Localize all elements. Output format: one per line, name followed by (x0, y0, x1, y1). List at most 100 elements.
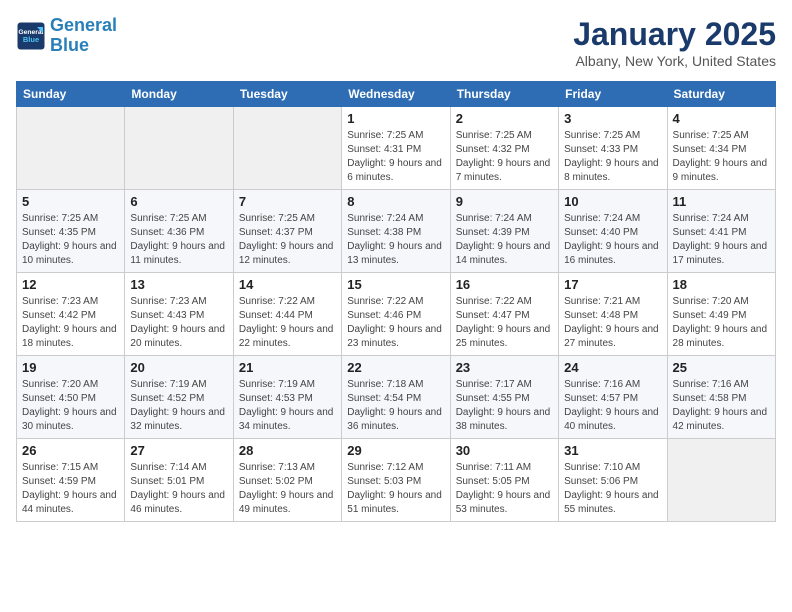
day-number: 7 (239, 194, 336, 209)
day-number: 11 (673, 194, 770, 209)
calendar-week-row: 5Sunrise: 7:25 AM Sunset: 4:35 PM Daylig… (17, 190, 776, 273)
day-number: 24 (564, 360, 661, 375)
calendar-body: 1Sunrise: 7:25 AM Sunset: 4:31 PM Daylig… (17, 107, 776, 522)
day-number: 8 (347, 194, 444, 209)
day-number: 18 (673, 277, 770, 292)
cell-info: Sunrise: 7:15 AM Sunset: 4:59 PM Dayligh… (22, 461, 119, 517)
cell-info: Sunrise: 7:25 AM Sunset: 4:33 PM Dayligh… (564, 129, 661, 185)
day-number: 13 (130, 277, 227, 292)
cell-info: Sunrise: 7:24 AM Sunset: 4:40 PM Dayligh… (564, 212, 661, 268)
calendar-week-row: 12Sunrise: 7:23 AM Sunset: 4:42 PM Dayli… (17, 273, 776, 356)
cell-info: Sunrise: 7:20 AM Sunset: 4:49 PM Dayligh… (673, 295, 770, 351)
calendar-cell: 16 Sunrise: 7:22 AM Sunset: 4:47 PM Dayli… (450, 273, 558, 356)
cell-info: Sunrise: 7:10 AM Sunset: 5:06 PM Dayligh… (564, 461, 661, 517)
calendar-cell: 13Sunrise: 7:23 AM Sunset: 4:43 PM Dayli… (125, 273, 233, 356)
logo-text: General Blue (50, 16, 117, 56)
day-number: 1 (347, 111, 444, 126)
cell-info: Sunrise: 7:12 AM Sunset: 5:03 PM Dayligh… (347, 461, 444, 517)
day-number: 2 (456, 111, 553, 126)
logo: General Blue General Blue (16, 16, 117, 56)
svg-text:Blue: Blue (23, 35, 39, 44)
day-number: 6 (130, 194, 227, 209)
cell-info: Sunrise: 7:25 AM Sunset: 4:32 PM Dayligh… (456, 129, 553, 185)
calendar-cell: 17 Sunrise: 7:21 AM Sunset: 4:48 PM Dayli… (559, 273, 667, 356)
calendar-cell: 23 Sunrise: 7:17 AM Sunset: 4:55 PM Dayli… (450, 356, 558, 439)
calendar-cell (233, 107, 341, 190)
calendar-cell: 18 Sunrise: 7:20 AM Sunset: 4:49 PM Dayli… (667, 273, 775, 356)
calendar-cell: 2 Sunrise: 7:25 AM Sunset: 4:32 PM Daylig… (450, 107, 558, 190)
calendar-week-row: 26 Sunrise: 7:15 AM Sunset: 4:59 PM Dayli… (17, 439, 776, 522)
location: Albany, New York, United States (573, 53, 776, 69)
calendar-header: SundayMondayTuesdayWednesdayThursdayFrid… (17, 82, 776, 107)
cell-info: Sunrise: 7:23 AM Sunset: 4:42 PM Dayligh… (22, 295, 119, 351)
cell-info: Sunrise: 7:17 AM Sunset: 4:55 PM Dayligh… (456, 378, 553, 434)
cell-info: Sunrise: 7:16 AM Sunset: 4:58 PM Dayligh… (673, 378, 770, 434)
day-number: 20 (130, 360, 227, 375)
cell-info: Sunrise: 7:25 AM Sunset: 4:36 PM Dayligh… (130, 212, 227, 268)
calendar-cell: 14Sunrise: 7:22 AM Sunset: 4:44 PM Dayli… (233, 273, 341, 356)
day-number: 22 (347, 360, 444, 375)
calendar-cell: 9Sunrise: 7:24 AM Sunset: 4:39 PM Daylig… (450, 190, 558, 273)
day-of-week-header: Friday (559, 82, 667, 107)
cell-info: Sunrise: 7:13 AM Sunset: 5:02 PM Dayligh… (239, 461, 336, 517)
cell-info: Sunrise: 7:14 AM Sunset: 5:01 PM Dayligh… (130, 461, 227, 517)
day-of-week-header: Monday (125, 82, 233, 107)
day-number: 16 (456, 277, 553, 292)
cell-info: Sunrise: 7:24 AM Sunset: 4:38 PM Dayligh… (347, 212, 444, 268)
calendar-cell (125, 107, 233, 190)
cell-info: Sunrise: 7:22 AM Sunset: 4:47 PM Dayligh… (456, 295, 553, 351)
calendar-cell: 25 Sunrise: 7:16 AM Sunset: 4:58 PM Dayli… (667, 356, 775, 439)
cell-info: Sunrise: 7:18 AM Sunset: 4:54 PM Dayligh… (347, 378, 444, 434)
calendar-cell: 28 Sunrise: 7:13 AM Sunset: 5:02 PM Dayli… (233, 439, 341, 522)
day-number: 10 (564, 194, 661, 209)
day-of-week-header: Thursday (450, 82, 558, 107)
day-of-week-header: Tuesday (233, 82, 341, 107)
calendar-cell: 12Sunrise: 7:23 AM Sunset: 4:42 PM Dayli… (17, 273, 125, 356)
day-number: 23 (456, 360, 553, 375)
calendar-cell: 5Sunrise: 7:25 AM Sunset: 4:35 PM Daylig… (17, 190, 125, 273)
month-title: January 2025 (573, 16, 776, 53)
cell-info: Sunrise: 7:24 AM Sunset: 4:39 PM Dayligh… (456, 212, 553, 268)
cell-info: Sunrise: 7:22 AM Sunset: 4:44 PM Dayligh… (239, 295, 336, 351)
day-of-week-header: Sunday (17, 82, 125, 107)
calendar-cell: 1Sunrise: 7:25 AM Sunset: 4:31 PM Daylig… (342, 107, 450, 190)
calendar-cell: 22 Sunrise: 7:18 AM Sunset: 4:54 PM Dayli… (342, 356, 450, 439)
day-of-week-header: Wednesday (342, 82, 450, 107)
calendar-cell: 8 Sunrise: 7:24 AM Sunset: 4:38 PM Daylig… (342, 190, 450, 273)
calendar-cell: 11 Sunrise: 7:24 AM Sunset: 4:41 PM Dayli… (667, 190, 775, 273)
cell-info: Sunrise: 7:22 AM Sunset: 4:46 PM Dayligh… (347, 295, 444, 351)
cell-info: Sunrise: 7:21 AM Sunset: 4:48 PM Dayligh… (564, 295, 661, 351)
cell-info: Sunrise: 7:24 AM Sunset: 4:41 PM Dayligh… (673, 212, 770, 268)
day-number: 17 (564, 277, 661, 292)
calendar-cell: 19Sunrise: 7:20 AM Sunset: 4:50 PM Dayli… (17, 356, 125, 439)
calendar-cell: 30Sunrise: 7:11 AM Sunset: 5:05 PM Dayli… (450, 439, 558, 522)
calendar-week-row: 19Sunrise: 7:20 AM Sunset: 4:50 PM Dayli… (17, 356, 776, 439)
day-number: 30 (456, 443, 553, 458)
calendar-cell: 31Sunrise: 7:10 AM Sunset: 5:06 PM Dayli… (559, 439, 667, 522)
page-header: General Blue General Blue January 2025 A… (16, 16, 776, 69)
day-number: 27 (130, 443, 227, 458)
day-number: 25 (673, 360, 770, 375)
calendar-cell: 6 Sunrise: 7:25 AM Sunset: 4:36 PM Daylig… (125, 190, 233, 273)
day-number: 28 (239, 443, 336, 458)
calendar-cell: 15 Sunrise: 7:22 AM Sunset: 4:46 PM Dayli… (342, 273, 450, 356)
cell-info: Sunrise: 7:19 AM Sunset: 4:52 PM Dayligh… (130, 378, 227, 434)
calendar-cell (17, 107, 125, 190)
calendar-cell: 21Sunrise: 7:19 AM Sunset: 4:53 PM Dayli… (233, 356, 341, 439)
calendar-cell: 27 Sunrise: 7:14 AM Sunset: 5:01 PM Dayli… (125, 439, 233, 522)
calendar-cell: 3Sunrise: 7:25 AM Sunset: 4:33 PM Daylig… (559, 107, 667, 190)
day-number: 26 (22, 443, 119, 458)
day-of-week-header: Saturday (667, 82, 775, 107)
calendar-table: SundayMondayTuesdayWednesdayThursdayFrid… (16, 81, 776, 522)
day-number: 19 (22, 360, 119, 375)
calendar-cell (667, 439, 775, 522)
cell-info: Sunrise: 7:16 AM Sunset: 4:57 PM Dayligh… (564, 378, 661, 434)
calendar-cell: 29 Sunrise: 7:12 AM Sunset: 5:03 PM Dayli… (342, 439, 450, 522)
day-number: 21 (239, 360, 336, 375)
cell-info: Sunrise: 7:25 AM Sunset: 4:37 PM Dayligh… (239, 212, 336, 268)
calendar-cell: 7 Sunrise: 7:25 AM Sunset: 4:37 PM Daylig… (233, 190, 341, 273)
day-number: 15 (347, 277, 444, 292)
day-number: 29 (347, 443, 444, 458)
calendar-cell: 20 Sunrise: 7:19 AM Sunset: 4:52 PM Dayli… (125, 356, 233, 439)
cell-info: Sunrise: 7:25 AM Sunset: 4:35 PM Dayligh… (22, 212, 119, 268)
